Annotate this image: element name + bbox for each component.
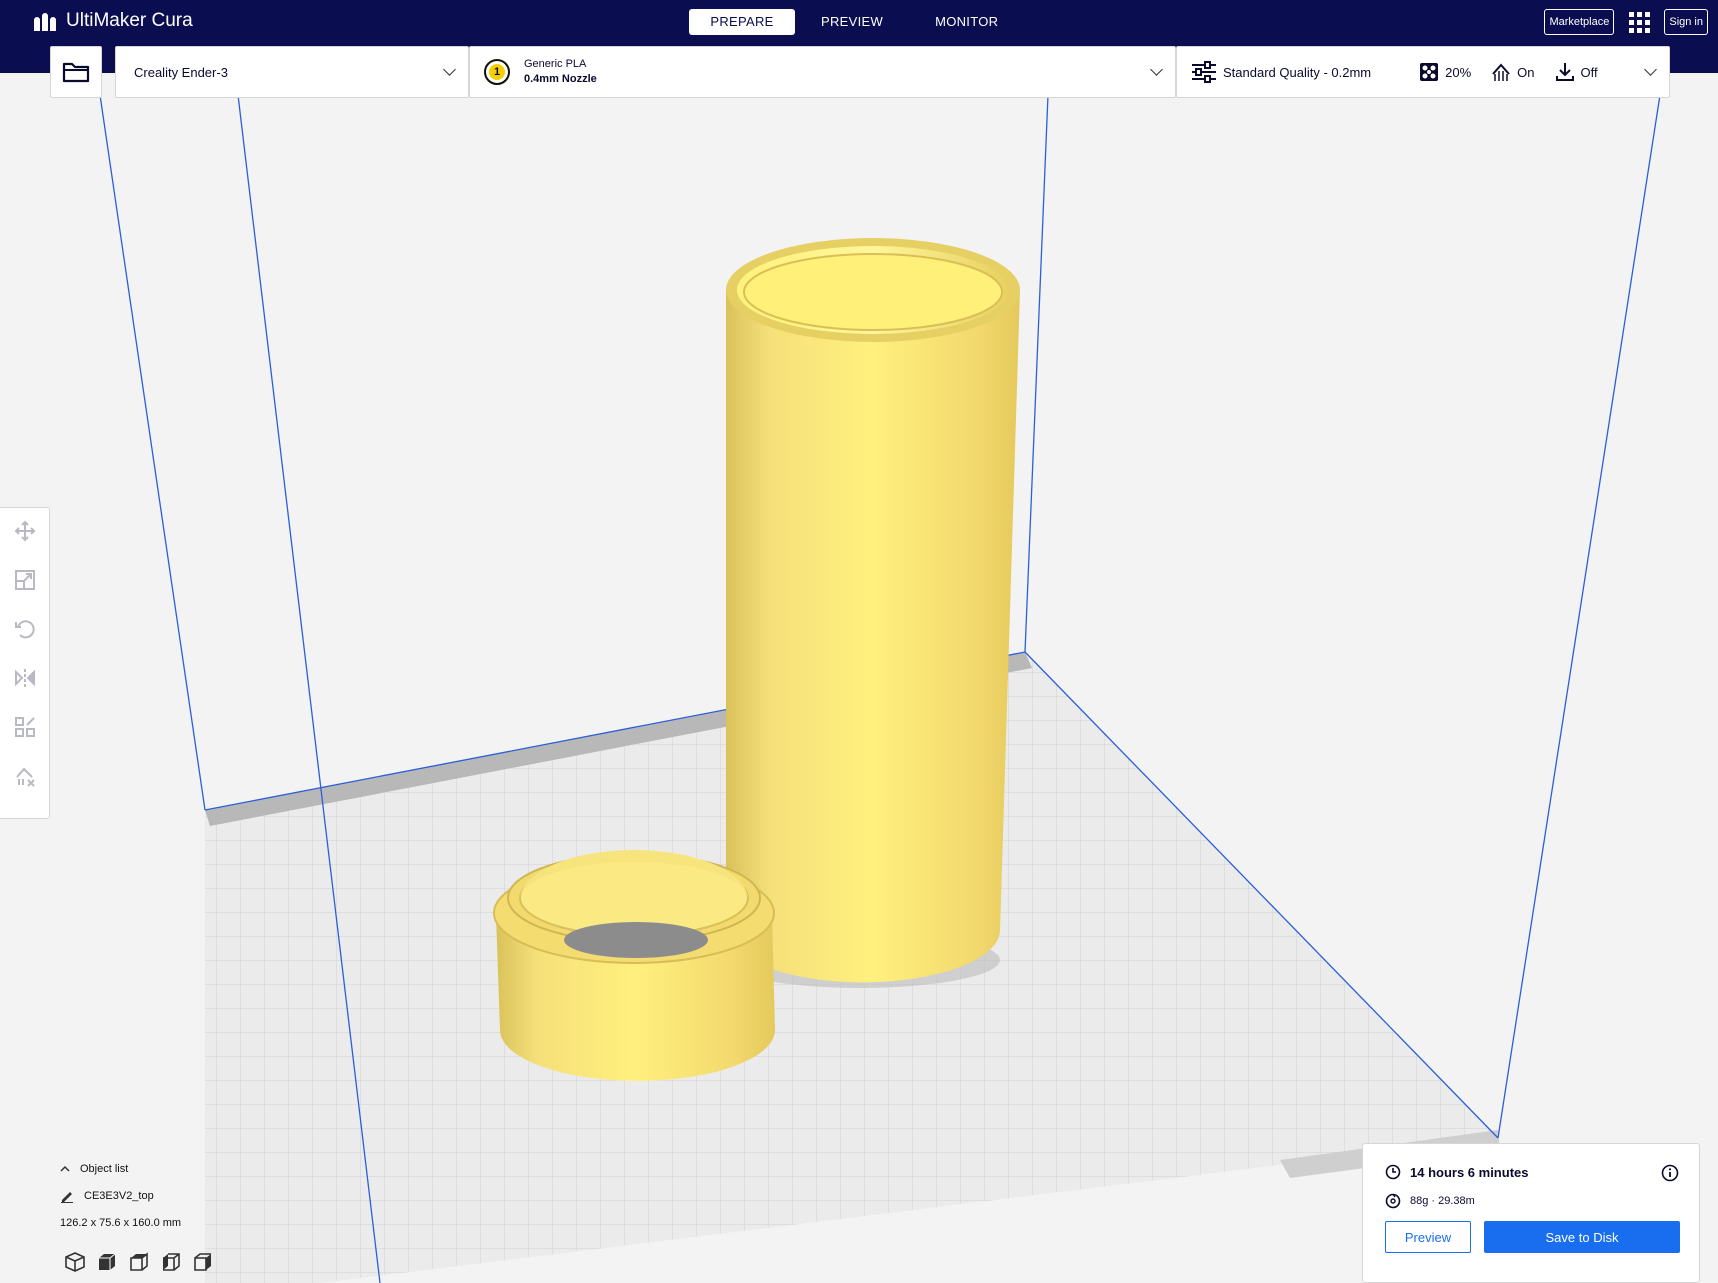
support-blocker-tool[interactable]: [12, 763, 38, 789]
object-dimensions: 126.2 x 75.6 x 160.0 mm: [60, 1217, 182, 1229]
material-selector[interactable]: 1 Generic PLA 0.4mm Nozzle: [469, 46, 1176, 98]
adhesion-icon: [1555, 63, 1574, 81]
nozzle-size: 0.4mm Nozzle: [524, 73, 597, 85]
quality-profile: Standard Quality - 0.2mm: [1223, 64, 1372, 80]
rotate-icon: [14, 620, 35, 639]
rotate-tool[interactable]: [12, 616, 38, 642]
left-view-icon[interactable]: [160, 1251, 182, 1273]
print-settings-selector[interactable]: Standard Quality - 0.2mm 20% On Off: [1176, 46, 1670, 98]
settings-sliders-icon: [1192, 61, 1216, 83]
ultimaker-logo-icon: [34, 11, 58, 31]
support-blocker-icon: [15, 767, 35, 787]
open-file-button[interactable]: [50, 46, 102, 98]
mirror-icon: [14, 669, 35, 687]
chevron-up-icon: [60, 1165, 70, 1172]
tab-prepare[interactable]: PREPARE: [689, 9, 795, 35]
per-model-settings-tool[interactable]: [12, 714, 38, 740]
support-value: On: [1517, 64, 1535, 80]
object-list-toggle[interactable]: Object list: [60, 1163, 181, 1175]
move-icon: [14, 520, 35, 542]
object-name-row[interactable]: CE3E3V2_top: [60, 1189, 181, 1203]
print-time: 14 hours 6 minutes: [1410, 1164, 1529, 1180]
object-list-title: Object list: [80, 1163, 129, 1175]
top-view-icon[interactable]: [128, 1251, 150, 1273]
print-summary-panel: 14 hours 6 minutes 88g · 29.38m Preview …: [1362, 1143, 1700, 1283]
clock-icon: [1385, 1164, 1401, 1180]
folder-icon: [62, 62, 90, 83]
object-name: CE3E3V2_top: [84, 1190, 154, 1202]
tab-preview[interactable]: PREVIEW: [795, 9, 909, 35]
scale-tool[interactable]: [12, 567, 38, 593]
app-logo: UltiMaker Cura: [34, 10, 193, 32]
front-view-icon[interactable]: [96, 1251, 118, 1273]
mirror-tool[interactable]: [12, 665, 38, 691]
move-tool[interactable]: [12, 518, 38, 544]
chevron-down-icon: [443, 63, 456, 76]
support-icon: [1492, 63, 1510, 81]
header-actions: Marketplace Sign in: [1544, 9, 1708, 35]
right-view-icon[interactable]: [192, 1251, 214, 1273]
3d-view-icon[interactable]: [64, 1251, 86, 1273]
3d-viewport[interactable]: [0, 73, 1718, 1283]
stage-tabs: PREPARE PREVIEW MONITOR: [689, 9, 1024, 35]
pencil-icon: [61, 1192, 73, 1203]
per-model-settings-icon: [14, 717, 35, 737]
save-to-disk-button[interactable]: Save to Disk: [1484, 1221, 1680, 1253]
tab-monitor[interactable]: MONITOR: [909, 9, 1024, 35]
camera-view-buttons: [64, 1251, 214, 1273]
chevron-down-icon: [1150, 63, 1163, 76]
object-list-panel: Object list CE3E3V2_top 126.2 x 75.6 x 1…: [60, 1163, 181, 1243]
material-usage: 88g · 29.38m: [1410, 1195, 1475, 1207]
apps-grid-icon[interactable]: [1628, 11, 1650, 33]
printer-selector[interactable]: Creality Ender-3: [115, 46, 469, 98]
chevron-down-icon: [1644, 63, 1657, 76]
infill-value: 20%: [1445, 64, 1472, 80]
transform-toolbar: [0, 507, 50, 819]
infill-icon: [1420, 63, 1439, 81]
preview-button[interactable]: Preview: [1385, 1221, 1471, 1253]
adhesion-value: Off: [1580, 64, 1598, 80]
printer-name: Creality Ender-3: [134, 64, 228, 80]
app-title: UltiMaker Cura: [66, 10, 193, 31]
model-tall-tube[interactable]: [726, 238, 1020, 987]
extruder-badge: 1: [484, 59, 510, 85]
marketplace-button[interactable]: Marketplace: [1544, 9, 1615, 35]
sign-in-button[interactable]: Sign in: [1664, 9, 1708, 35]
spool-icon: [1385, 1193, 1401, 1209]
scale-icon: [14, 570, 35, 590]
info-icon[interactable]: [1661, 1164, 1679, 1182]
model-short-ring[interactable]: [493, 850, 775, 1081]
material-name: Generic PLA: [524, 58, 587, 70]
